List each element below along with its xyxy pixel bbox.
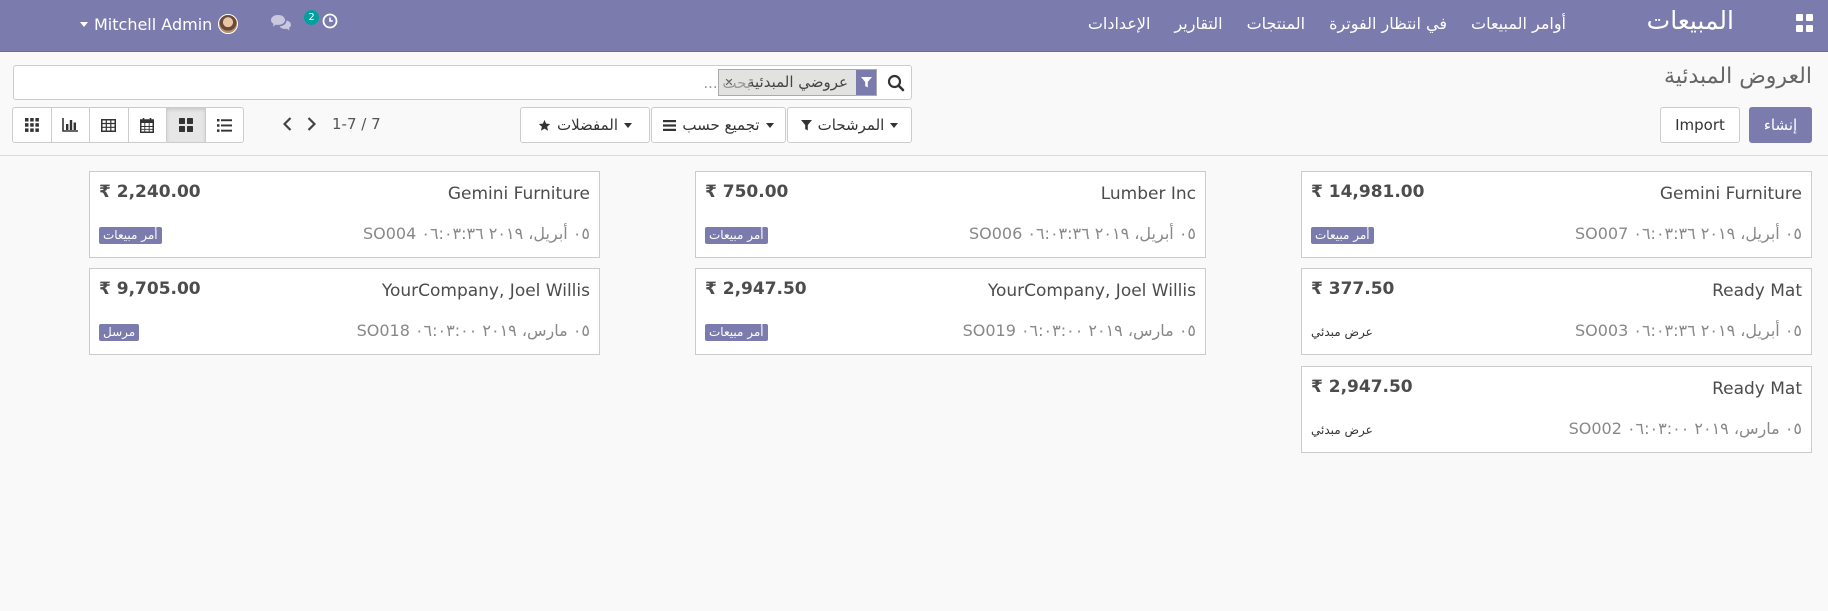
main-menu: أوامر المبيعات في انتظار الفوترة المنتجا… [1088,14,1566,33]
caret-down-icon [890,122,899,128]
group-by-button[interactable]: تجميع حسب [651,107,786,143]
pager-value[interactable]: 1-7 / 7 [332,115,381,133]
calendar-view-button[interactable] [129,108,167,142]
list-icon [216,118,232,132]
menu-products[interactable]: المنتجات [1247,14,1306,33]
clock-icon [322,13,338,29]
chat-icon[interactable] [270,14,292,32]
filter-icon [856,70,876,95]
kanban-card[interactable]: Ready Mat ₹ 377.50 SO003 ٠٥ أبريل، ٢٠١٩ … [1301,268,1812,355]
page-title: العروض المبدئية [1663,64,1812,89]
filters-label: المرشحات [817,116,885,134]
menu-reporting[interactable]: التقارير [1174,14,1222,33]
table-icon [101,118,117,132]
graph-view-button[interactable] [52,108,90,142]
search-bar[interactable]: ✕ عروضي المبدئية [13,65,912,100]
kanban-card[interactable]: YourCompany, Joel Willis ₹ 9,705.00 SO01… [89,268,600,355]
status-badge: أمر مبيعات [705,227,768,244]
card-reference: SO004 ٠٥ أبريل، ٢٠١٩ ٠٦:٠٣:٣٦ [362,224,590,243]
pivot-view-button[interactable] [90,108,129,142]
card-reference: SO002 ٠٥ مارس، ٢٠١٩ ٠٦:٠٣:٠٠ [1568,419,1802,438]
top-navbar: المبيعات أوامر المبيعات في انتظار الفوتر… [0,0,1828,52]
list-view-button[interactable] [206,108,244,142]
grid-icon [24,118,39,132]
menu-sales-orders[interactable]: أوامر المبيعات [1471,14,1566,33]
card-amount: ₹ 9,705.00 [99,279,201,299]
caret-down-icon [624,122,633,128]
status-label: عرض مبدئي [1311,325,1373,339]
kanban-card[interactable]: YourCompany, Joel Willis ₹ 2,947.50 SO01… [695,268,1206,355]
control-panel-divider [0,155,1828,156]
card-reference: SO007 ٠٥ أبريل، ٢٠١٩ ٠٦:٠٣:٣٦ [1574,224,1802,243]
card-amount: ₹ 2,240.00 [99,182,201,202]
kanban-card[interactable]: Ready Mat ₹ 2,947.50 SO002 ٠٥ مارس، ٢٠١٩… [1301,366,1812,453]
app-brand[interactable]: المبيعات [1647,6,1734,35]
facet-label: عروضي المبدئية [746,73,848,91]
menu-configuration[interactable]: الإعدادات [1088,14,1151,33]
card-partner: YourCompany, Joel Willis [381,281,590,301]
card-partner: Lumber Inc [1100,184,1196,204]
card-partner: Ready Mat [1712,379,1802,399]
view-switcher [12,107,244,143]
import-button[interactable]: Import [1660,107,1740,143]
kanban-view-button[interactable] [167,108,206,142]
bars-icon [663,119,677,131]
card-reference: SO003 ٠٥ أبريل، ٢٠١٩ ٠٦:٠٣:٣٦ [1574,321,1802,340]
card-partner: Gemini Furniture [447,184,590,204]
kanban-icon [178,118,193,132]
activity-menu[interactable]: 2 [304,9,338,29]
star-icon [538,119,551,131]
card-reference: SO006 ٠٥ أبريل، ٢٠١٩ ٠٦:٠٣:٣٦ [968,224,1196,243]
favorites-label: المفضلات [556,116,619,134]
search-input[interactable] [351,71,751,95]
card-amount: ₹ 377.50 [1311,279,1395,299]
activity-count-badge: 2 [304,9,319,25]
apps-menu-icon[interactable] [1796,14,1814,32]
caret-down-icon [80,21,88,27]
user-name: Mitchell Admin [94,14,213,34]
calendar-icon [140,117,155,133]
card-amount: ₹ 14,981.00 [1311,182,1425,202]
status-badge: أمر مبيعات [705,324,768,341]
group-by-label: تجميع حسب [682,116,760,134]
activity-view-button[interactable] [13,108,52,142]
card-partner: YourCompany, Joel Willis [987,281,1196,301]
chevron-left-icon[interactable] [280,115,294,133]
status-label: عرض مبدئي [1311,423,1373,437]
filters-button[interactable]: المرشحات [787,107,912,143]
card-amount: ₹ 2,947.50 [1311,377,1413,397]
favorites-button[interactable]: المفضلات [520,107,650,143]
avatar [218,14,239,34]
card-reference: SO018 ٠٥ مارس، ٢٠١٩ ٠٦:٠٣:٠٠ [356,321,590,340]
bar-chart-icon [62,118,79,132]
card-amount: ₹ 2,947.50 [705,279,807,299]
search-icon[interactable] [887,74,905,92]
kanban-card[interactable]: Gemini Furniture ₹ 2,240.00 SO004 ٠٥ أبر… [89,171,600,258]
caret-down-icon [765,122,774,128]
pager: 1-7 / 7 [280,112,381,136]
card-amount: ₹ 750.00 [705,182,789,202]
card-reference: SO019 ٠٥ مارس، ٢٠١٩ ٠٦:٠٣:٠٠ [962,321,1196,340]
card-partner: Ready Mat [1712,281,1802,301]
user-menu[interactable]: Mitchell Admin [80,12,239,36]
kanban-card[interactable]: Gemini Furniture ₹ 14,981.00 SO007 ٠٥ أب… [1301,171,1812,258]
kanban-card[interactable]: Lumber Inc ₹ 750.00 SO006 ٠٥ أبريل، ٢٠١٩… [695,171,1206,258]
status-badge: مرسل [99,324,140,341]
card-partner: Gemini Furniture [1659,184,1802,204]
filter-icon [800,119,812,130]
create-button[interactable]: إنشاء [1749,107,1812,143]
chevron-right-icon[interactable] [304,115,318,133]
status-badge: أمر مبيعات [99,227,162,244]
menu-to-invoice[interactable]: في انتظار الفوترة [1329,14,1447,33]
status-badge: أمر مبيعات [1311,227,1374,244]
